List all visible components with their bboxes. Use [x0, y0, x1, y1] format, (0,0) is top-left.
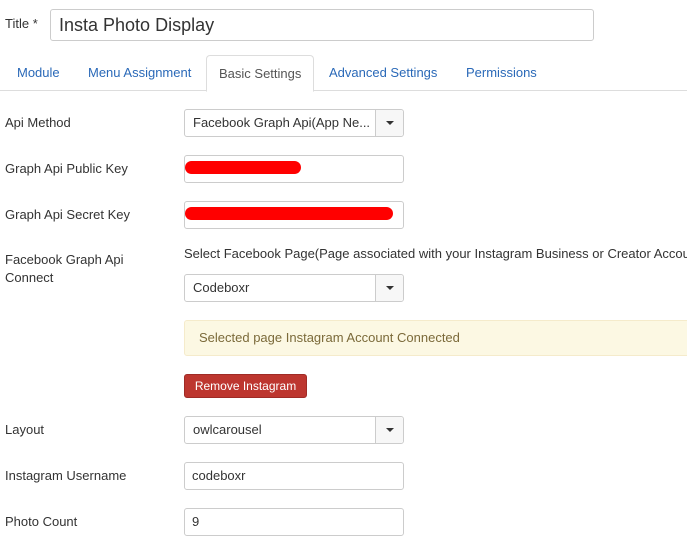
tab-bar: Module Menu Assignment Basic Settings Ad…: [0, 55, 687, 92]
fb-page-select[interactable]: Codeboxr: [184, 274, 404, 302]
fb-connect-label-line1: Facebook Graph Api: [5, 252, 124, 267]
layout-label: Layout: [5, 422, 45, 437]
api-method-label: Api Method: [5, 115, 71, 130]
title-label: Title *: [5, 16, 38, 31]
fb-connect-label-line2: Connect: [5, 270, 54, 285]
redaction-mark: [185, 161, 301, 174]
public-key-label: Graph Api Public Key: [5, 161, 128, 176]
tab-advanced-settings[interactable]: Advanced Settings: [317, 55, 449, 91]
layout-select[interactable]: owlcarousel: [184, 416, 404, 444]
api-method-value: Facebook Graph Api(App Ne...: [193, 115, 371, 130]
tab-permissions[interactable]: Permissions: [454, 55, 549, 91]
api-method-select[interactable]: Facebook Graph Api(App Ne...: [184, 109, 404, 137]
chevron-down-icon[interactable]: [375, 417, 403, 443]
tab-basic-settings[interactable]: Basic Settings: [206, 55, 315, 92]
fb-connect-label: Facebook Graph Api Connect: [5, 251, 124, 287]
username-input[interactable]: codeboxr: [184, 462, 404, 490]
secret-key-input[interactable]: [184, 201, 404, 229]
title-input[interactable]: Insta Photo Display: [50, 9, 594, 41]
remove-instagram-button[interactable]: Remove Instagram: [184, 374, 307, 398]
username-label: Instagram Username: [5, 468, 127, 483]
layout-value: owlcarousel: [193, 422, 262, 437]
fb-page-instruction: Select Facebook Page(Page associated wit…: [184, 246, 687, 261]
chevron-down-icon[interactable]: [375, 110, 403, 136]
public-key-input[interactable]: [184, 155, 404, 183]
tab-menu-assignment[interactable]: Menu Assignment: [76, 55, 203, 91]
photo-count-input[interactable]: 9: [184, 508, 404, 536]
title-row: Title * Insta Photo Display: [0, 0, 687, 50]
chevron-down-icon[interactable]: [375, 275, 403, 301]
tab-module[interactable]: Module: [5, 55, 72, 91]
fb-page-value: Codeboxr: [193, 280, 250, 295]
secret-key-label: Graph Api Secret Key: [5, 207, 131, 222]
connection-alert: Selected page Instagram Account Connecte…: [184, 320, 687, 356]
redaction-mark: [185, 207, 393, 220]
photo-count-label: Photo Count: [5, 514, 78, 529]
